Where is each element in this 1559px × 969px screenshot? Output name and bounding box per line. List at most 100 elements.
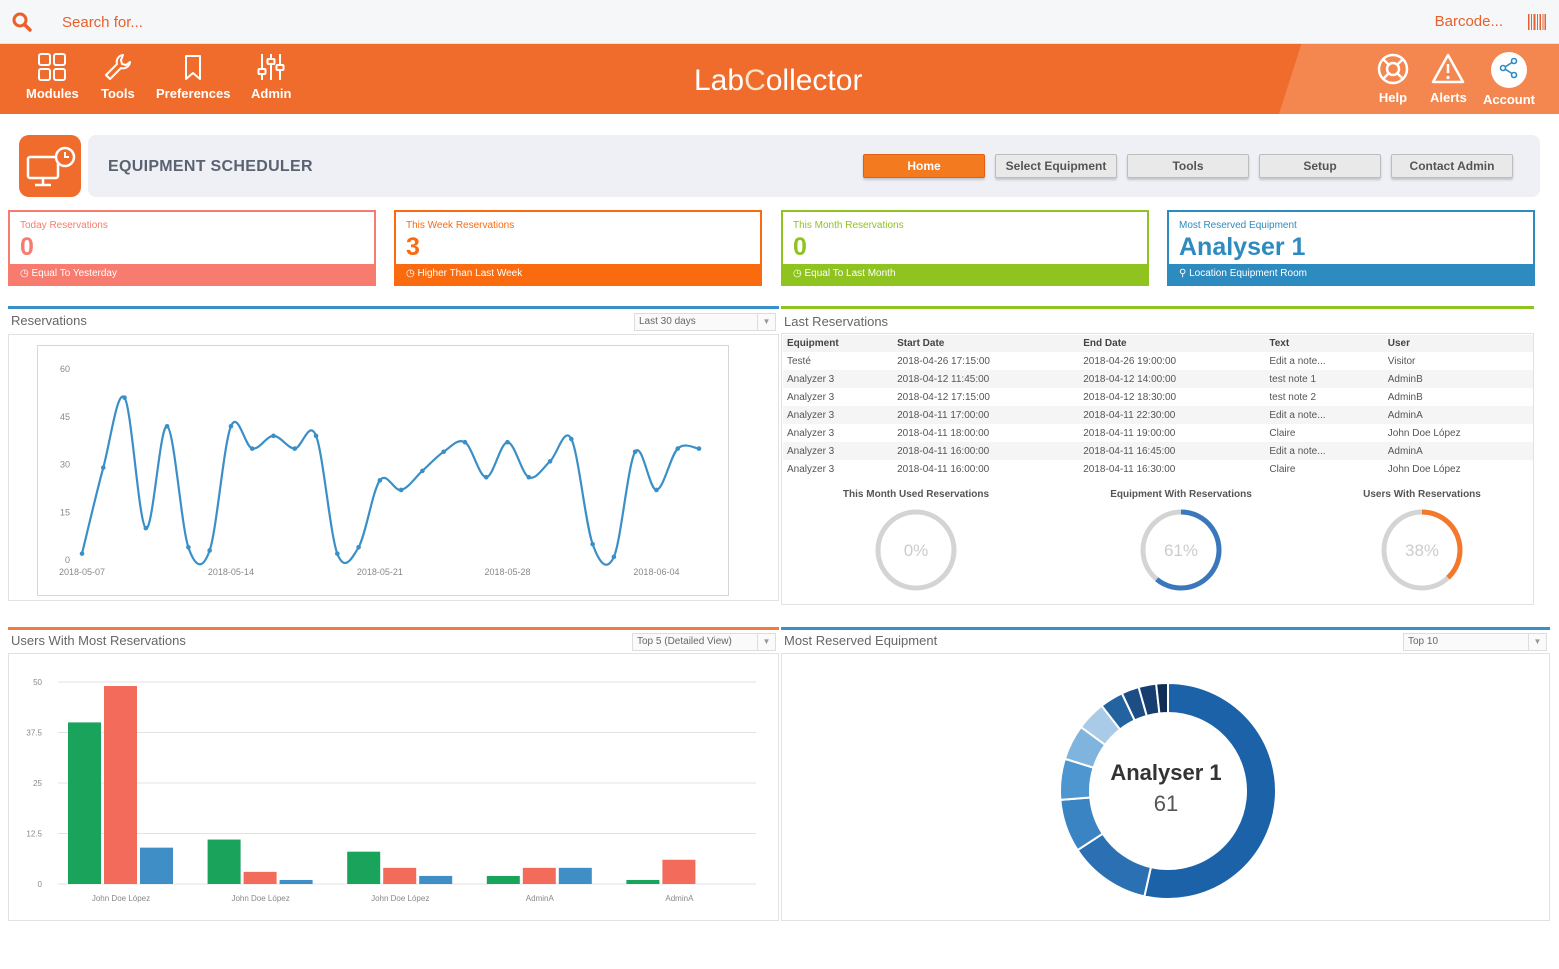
bar[interactable]: [347, 851, 381, 884]
nav-account[interactable]: Account: [1483, 52, 1535, 107]
lifebuoy-icon: [1377, 53, 1409, 85]
bar[interactable]: [486, 875, 520, 884]
col-user[interactable]: User: [1383, 335, 1533, 352]
table-row[interactable]: Analyzer 3 2018-04-12 17:15:00 2018-04-12 …: [783, 388, 1533, 406]
data-point[interactable]: [526, 474, 532, 480]
bar[interactable]: [662, 859, 696, 884]
bar[interactable]: [68, 722, 101, 884]
col-end-date[interactable]: End Date: [1079, 335, 1266, 352]
bar[interactable]: [140, 847, 173, 884]
data-point[interactable]: [100, 465, 106, 470]
data-point[interactable]: [611, 554, 617, 560]
table-row[interactable]: Analyzer 3 2018-04-11 16:00:00 2018-04-11 …: [783, 442, 1533, 460]
page-title: EQUIPMENT SCHEDULER: [108, 158, 313, 175]
data-point[interactable]: [228, 424, 234, 429]
last-reservations-title: Last Reservations: [784, 314, 889, 329]
bar[interactable]: [626, 879, 660, 884]
bar[interactable]: [243, 871, 277, 884]
wrench-icon: [104, 54, 131, 80]
nav-alerts[interactable]: Alerts: [1430, 52, 1467, 105]
bar[interactable]: [207, 839, 241, 884]
card-footer: ◷ Equal To Last Month: [783, 264, 1147, 284]
cell-end-date: 2018-04-11 19:00:00: [1083, 427, 1176, 439]
nav-preferences[interactable]: Preferences: [156, 52, 230, 101]
search-icon[interactable]: [12, 12, 32, 32]
data-point[interactable]: [335, 551, 340, 556]
tools-button[interactable]: Tools: [1127, 154, 1249, 178]
contact-admin-button[interactable]: Contact Admin: [1391, 154, 1513, 178]
bar[interactable]: [558, 867, 592, 884]
barcode-input[interactable]: Barcode...: [1435, 13, 1503, 30]
data-point[interactable]: [569, 436, 574, 442]
bar[interactable]: [522, 867, 556, 884]
data-point[interactable]: [654, 487, 659, 493]
bar[interactable]: [383, 867, 417, 884]
select-equipment-button[interactable]: Select Equipment: [995, 154, 1117, 178]
search-input[interactable]: [52, 8, 1252, 36]
data-point[interactable]: [271, 433, 276, 439]
col-equipment[interactable]: Equipment: [783, 335, 894, 352]
nav-tools[interactable]: Tools: [101, 52, 135, 101]
data-point[interactable]: [249, 446, 255, 451]
nav-modules[interactable]: Modules: [26, 52, 79, 101]
x-tick-label: AdminA: [665, 894, 694, 903]
data-point[interactable]: [590, 541, 595, 547]
logo-text-c: C: [744, 64, 766, 97]
col-start-date[interactable]: Start Date: [893, 335, 1080, 352]
table-row[interactable]: Analyzer 3 2018-04-11 18:00:00 2018-04-11 …: [783, 424, 1533, 442]
range-select-value: Last 30 days: [639, 316, 696, 327]
labcollector-logo[interactable]: LabCollector: [694, 64, 862, 98]
table-row[interactable]: Analyzer 3 2018-04-12 11:45:00 2018-04-12 …: [783, 370, 1533, 388]
data-point[interactable]: [420, 468, 425, 474]
table-row[interactable]: Testé 2018-04-26 17:15:00 2018-04-26 19:00…: [783, 352, 1533, 370]
table-row[interactable]: Analyzer 3 2018-04-11 16:00:00 2018-04-11 …: [783, 460, 1533, 478]
data-point[interactable]: [377, 478, 383, 483]
bar[interactable]: [104, 686, 137, 884]
data-point[interactable]: [547, 459, 553, 464]
gauge-value: 0%: [904, 541, 929, 560]
nav-help[interactable]: Help: [1376, 52, 1410, 105]
col-text[interactable]: Text: [1265, 335, 1384, 352]
data-point[interactable]: [79, 551, 85, 556]
equipment-top-select[interactable]: Top 10 ▼: [1403, 633, 1547, 651]
y-tick-label: 30: [60, 460, 70, 470]
table-row[interactable]: Analyzer 3 2018-04-11 17:00:00 2018-04-11 …: [783, 406, 1533, 424]
card-label: Today Reservations: [20, 220, 108, 231]
bookmark-icon: [185, 55, 202, 80]
data-point[interactable]: [675, 446, 681, 451]
users-top-select[interactable]: Top 5 (Detailed View) ▼: [632, 633, 776, 651]
users-bar-chart: 0 12.5 25 37.5 50 John Doe López John Doe Lópe…: [26, 678, 756, 903]
data-point[interactable]: [398, 487, 404, 493]
data-point[interactable]: [696, 446, 702, 451]
cell-start-date: 2018-04-11 17:00:00: [893, 406, 1080, 424]
bar[interactable]: [279, 879, 313, 884]
cell-start-date: 2018-04-11 16:00:00: [893, 442, 1080, 460]
data-point[interactable]: [505, 439, 510, 445]
data-point[interactable]: [441, 449, 446, 455]
data-point[interactable]: [143, 525, 149, 531]
share-icon: [1499, 57, 1518, 79]
data-point[interactable]: [483, 474, 489, 480]
setup-button[interactable]: Setup: [1259, 154, 1381, 178]
barcode-icon[interactable]: [1527, 13, 1547, 31]
data-point[interactable]: [632, 449, 638, 455]
home-button[interactable]: Home: [863, 154, 985, 178]
data-point[interactable]: [313, 433, 319, 439]
data-point[interactable]: [186, 544, 191, 550]
x-tick-label: 2018-05-21: [357, 567, 403, 577]
data-point[interactable]: [207, 548, 212, 553]
bar[interactable]: [419, 875, 453, 884]
data-point[interactable]: [122, 395, 127, 400]
data-point[interactable]: [356, 544, 361, 550]
scheduler-icon-tile: [19, 135, 81, 197]
data-point[interactable]: [462, 439, 468, 445]
nav-admin[interactable]: Admin: [251, 52, 291, 101]
x-tick-label: John Doe López: [371, 894, 429, 903]
card-label: Most Reserved Equipment: [1179, 220, 1297, 231]
cell-start-date: 2018-04-26 17:15:00: [897, 355, 990, 367]
data-point[interactable]: [292, 446, 298, 451]
cell-end-date: 2018-04-12 18:30:00: [1083, 391, 1177, 403]
data-point[interactable]: [164, 424, 170, 429]
cell-start-date: 2018-04-11 18:00:00: [897, 427, 990, 439]
range-select[interactable]: Last 30 days ▼: [634, 313, 776, 331]
